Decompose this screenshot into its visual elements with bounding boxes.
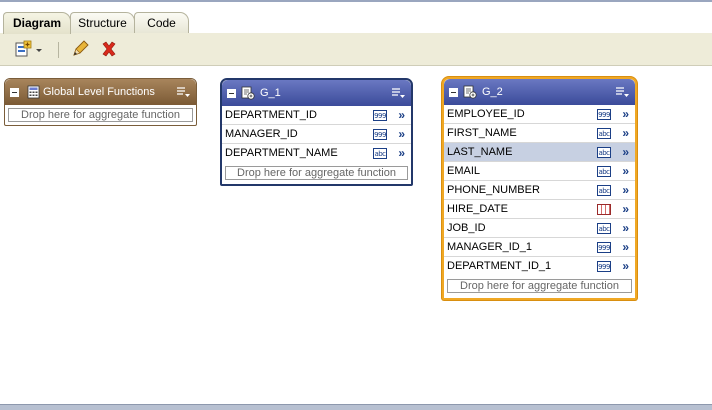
expand-chevron-icon[interactable]: » — [622, 238, 629, 257]
table-row[interactable]: PHONE_NUMBER abc » — [444, 181, 635, 200]
expand-chevron-icon[interactable]: » — [622, 124, 629, 143]
g1-title: G_1 — [260, 87, 281, 99]
table-row[interactable]: DEPARTMENT_ID_1 999 » — [444, 257, 635, 276]
box-menu-icon[interactable] — [615, 86, 629, 98]
expand-chevron-icon[interactable]: » — [398, 125, 405, 144]
table-row[interactable]: DEPARTMENT_ID 999 » — [222, 106, 411, 125]
expand-chevron-icon[interactable]: » — [622, 181, 629, 200]
g1-drop-target[interactable]: Drop here for aggregate function — [225, 166, 408, 180]
group-g1-box[interactable]: G_1 DEPARTMENT_ID 999 » MANAGER_ID 999 »… — [220, 78, 413, 186]
edit-pencil-icon[interactable] — [71, 40, 89, 58]
expand-chevron-icon[interactable]: » — [622, 257, 629, 276]
collapse-icon[interactable] — [449, 88, 458, 97]
table-row[interactable]: FIRST_NAME abc » — [444, 124, 635, 143]
row-label: LAST_NAME — [447, 146, 513, 158]
global-level-functions-box[interactable]: Global Level Functions Drop here for agg… — [4, 78, 197, 126]
number-type-icon: 999 — [597, 109, 611, 120]
table-row[interactable]: EMAIL abc » — [444, 162, 635, 181]
box-menu-icon[interactable] — [176, 86, 190, 98]
expand-chevron-icon[interactable]: » — [622, 219, 629, 238]
diagram-canvas[interactable]: Global Level Functions Drop here for agg… — [0, 66, 712, 404]
text-type-icon: abc — [597, 147, 611, 158]
table-row[interactable]: JOB_ID abc » — [444, 219, 635, 238]
tab-bar: Diagram Structure Code — [0, 2, 712, 34]
number-type-icon: 999 — [597, 261, 611, 272]
table-row[interactable]: MANAGER_ID 999 » — [222, 125, 411, 144]
table-row[interactable]: HIRE_DATE » — [444, 200, 635, 219]
calculator-icon — [27, 85, 40, 99]
bottom-border — [0, 404, 712, 410]
group-icon — [241, 86, 255, 100]
expand-chevron-icon[interactable]: » — [622, 105, 629, 124]
row-label: EMAIL — [447, 165, 481, 177]
row-label: MANAGER_ID_1 — [447, 241, 532, 253]
g1-row-list: DEPARTMENT_ID 999 » MANAGER_ID 999 » DEP… — [222, 106, 411, 163]
tab-diagram[interactable]: Diagram — [3, 12, 71, 34]
row-label: MANAGER_ID — [225, 128, 298, 140]
tab-code[interactable]: Code — [134, 12, 189, 33]
global-box-title: Global Level Functions — [43, 86, 155, 98]
tab-structure[interactable]: Structure — [70, 12, 135, 33]
row-label: FIRST_NAME — [447, 127, 517, 139]
toolbar — [0, 33, 712, 66]
global-box-header[interactable]: Global Level Functions — [5, 79, 196, 105]
text-type-icon: abc — [597, 185, 611, 196]
g2-title: G_2 — [482, 86, 503, 98]
table-row[interactable]: MANAGER_ID_1 999 » — [444, 238, 635, 257]
group-g2-box[interactable]: G_2 EMPLOYEE_ID 999 » FIRST_NAME abc » L… — [442, 77, 637, 300]
group-icon — [463, 85, 477, 99]
row-label: DEPARTMENT_ID_1 — [447, 260, 552, 272]
text-type-icon: abc — [373, 148, 387, 159]
text-type-icon: abc — [597, 128, 611, 139]
collapse-icon[interactable] — [227, 89, 236, 98]
row-label: HIRE_DATE — [447, 203, 508, 215]
expand-chevron-icon[interactable]: » — [622, 162, 629, 181]
delete-x-icon[interactable] — [100, 40, 118, 58]
expand-chevron-icon[interactable]: » — [622, 143, 629, 162]
expand-chevron-icon[interactable]: » — [622, 200, 629, 219]
dropdown-arrow-icon[interactable] — [35, 40, 43, 58]
number-type-icon: 999 — [597, 242, 611, 253]
number-type-icon: 999 — [373, 110, 387, 121]
row-label: PHONE_NUMBER — [447, 184, 540, 196]
g1-header[interactable]: G_1 — [222, 80, 411, 106]
row-label: JOB_ID — [447, 222, 486, 234]
row-label: DEPARTMENT_NAME — [225, 147, 338, 159]
box-menu-icon[interactable] — [391, 87, 405, 99]
expand-chevron-icon[interactable]: » — [398, 144, 405, 163]
table-row[interactable]: EMPLOYEE_ID 999 » — [444, 105, 635, 124]
table-row[interactable]: DEPARTMENT_NAME abc » — [222, 144, 411, 163]
g2-header[interactable]: G_2 — [444, 79, 635, 105]
toolbar-separator — [58, 42, 59, 58]
text-type-icon: abc — [597, 166, 611, 177]
row-label: DEPARTMENT_ID — [225, 109, 317, 121]
g2-row-list: EMPLOYEE_ID 999 » FIRST_NAME abc » LAST_… — [444, 105, 635, 276]
table-row-selected[interactable]: LAST_NAME abc » — [444, 143, 635, 162]
g2-drop-target[interactable]: Drop here for aggregate function — [447, 279, 632, 293]
row-label: EMPLOYEE_ID — [447, 108, 525, 120]
global-drop-target[interactable]: Drop here for aggregate function — [8, 108, 193, 122]
add-element-icon[interactable] — [14, 40, 32, 58]
collapse-icon[interactable] — [10, 88, 19, 97]
expand-chevron-icon[interactable]: » — [398, 106, 405, 125]
date-type-icon — [597, 204, 611, 215]
number-type-icon: 999 — [373, 129, 387, 140]
text-type-icon: abc — [597, 223, 611, 234]
